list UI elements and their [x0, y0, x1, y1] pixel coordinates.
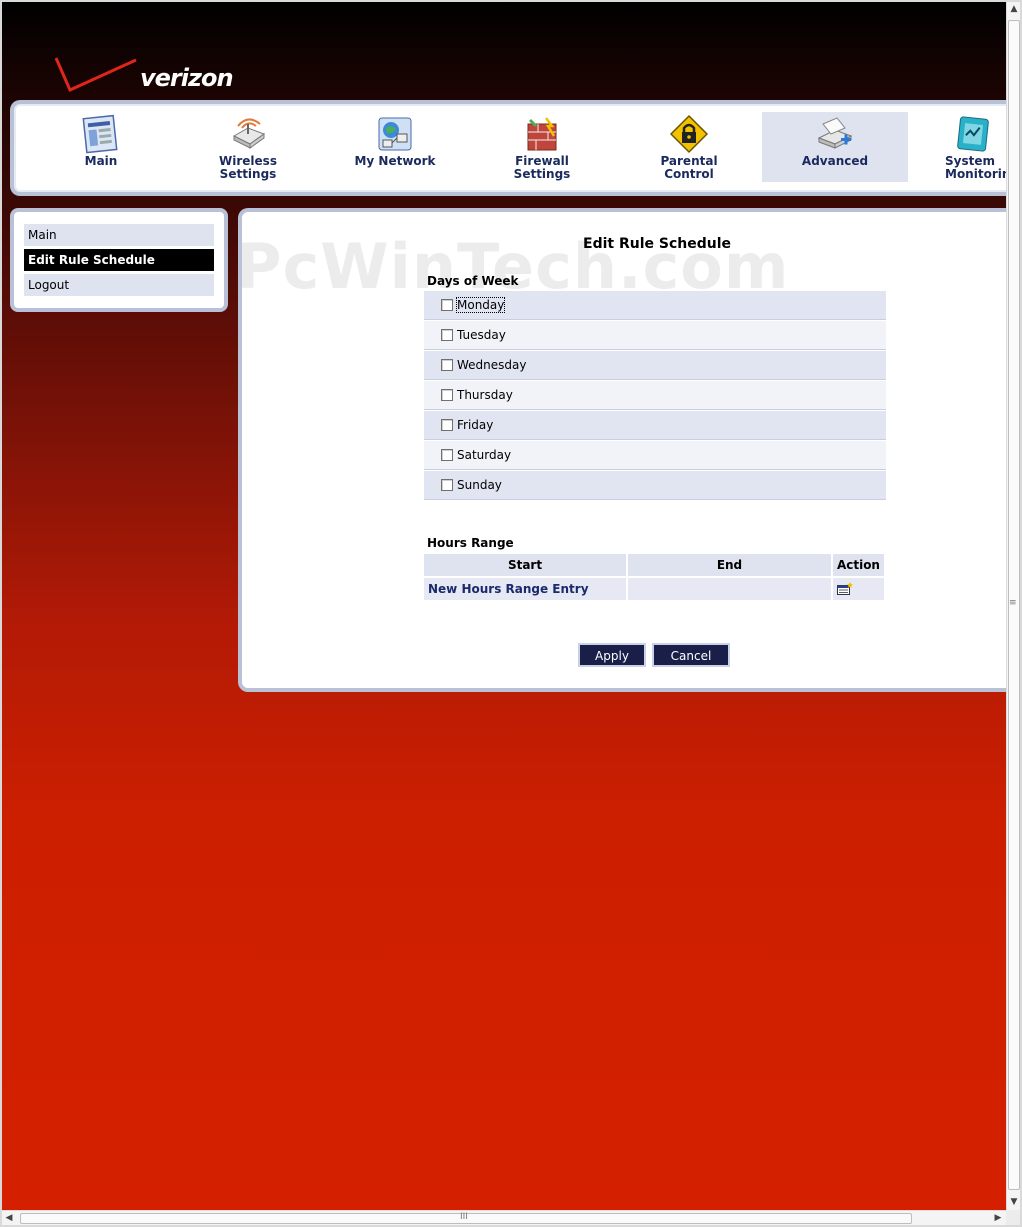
side-menu-item-edit-rule-schedule[interactable]: Edit Rule Schedule — [24, 249, 214, 271]
side-menu-item-logout[interactable]: Logout — [24, 274, 214, 296]
nav-item-system-monitoring[interactable]: System Monitorin — [909, 112, 1006, 182]
day-row-monday: Monday — [424, 291, 886, 320]
days-of-week-heading: Days of Week — [427, 274, 519, 288]
nav-label: Parental Control — [660, 154, 718, 181]
page-title: Edit Rule Schedule — [583, 236, 731, 252]
day-label[interactable]: Monday — [455, 297, 506, 313]
column-header-start: Start — [424, 554, 629, 577]
saturday-checkbox[interactable] — [441, 449, 453, 461]
brand-name: verizon — [140, 64, 234, 92]
nav-item-main[interactable]: Main — [28, 112, 174, 182]
nav-item-parental-control[interactable]: Parental Control — [616, 112, 762, 182]
main-page-icon — [82, 114, 118, 154]
day-row-sunday: Sunday — [424, 471, 886, 500]
day-label[interactable]: Wednesday — [457, 358, 526, 372]
cancel-button[interactable]: Cancel — [654, 645, 728, 665]
nav-label: My Network — [354, 154, 436, 168]
horizontal-scrollbar[interactable]: ◀ III ▶ — [2, 1210, 1006, 1225]
column-header-action: Action — [831, 554, 887, 577]
browser-viewport: verizon Main Wireless Settings My Networ… — [2, 2, 1006, 1210]
tuesday-checkbox[interactable] — [441, 329, 453, 341]
scroll-down-arrow-icon[interactable]: ▼ — [1007, 1195, 1021, 1209]
padlock-warning-icon — [669, 114, 709, 154]
column-header-end: End — [627, 554, 833, 577]
nav-item-my-network[interactable]: My Network — [322, 112, 468, 182]
action-cell — [831, 576, 887, 600]
monday-checkbox[interactable] — [441, 299, 453, 311]
vertical-scrollbar[interactable]: ▲ ≡ ▼ — [1006, 2, 1020, 1210]
scroll-up-arrow-icon[interactable]: ▲ — [1007, 2, 1021, 16]
day-row-friday: Friday — [424, 411, 886, 440]
scrollbar-corner — [1006, 1210, 1020, 1225]
table-row: New Hours Range Entry — [424, 576, 887, 600]
my-network-icon — [378, 117, 412, 151]
nav-label: Wireless Settings — [219, 154, 277, 181]
end-cell — [627, 576, 833, 600]
day-label[interactable]: Thursday — [457, 388, 513, 402]
add-entry-icon[interactable] — [836, 582, 853, 596]
new-entry-cell: New Hours Range Entry — [424, 576, 629, 600]
scroll-left-arrow-icon[interactable]: ◀ — [2, 1211, 16, 1226]
day-row-saturday: Saturday — [424, 441, 886, 470]
content-panel: PcWinTech.com Edit Rule Schedule Days of… — [236, 208, 1006, 692]
nav-label: Advanced — [801, 154, 869, 168]
day-label[interactable]: Sunday — [457, 478, 502, 492]
side-menu-item-main[interactable]: Main — [24, 224, 214, 246]
day-label[interactable]: Tuesday — [457, 328, 506, 342]
day-label[interactable]: Friday — [457, 418, 493, 432]
sunday-checkbox[interactable] — [441, 479, 453, 491]
hours-range-table: Start End Action New Hours Range Entry — [424, 554, 887, 600]
nav-item-wireless-settings[interactable]: Wireless Settings — [175, 112, 321, 182]
advanced-scanner-icon — [817, 117, 853, 149]
nav-item-advanced[interactable]: Advanced — [762, 112, 908, 182]
nav-label: System Monitorin — [945, 154, 1006, 181]
side-menu: Main Edit Rule Schedule Logout — [10, 208, 228, 312]
nav-label: Firewall Settings — [513, 154, 571, 181]
scroll-right-arrow-icon[interactable]: ▶ — [991, 1211, 1005, 1226]
horizontal-grip-icon: III — [460, 1212, 468, 1222]
top-navigation-bar: Main Wireless Settings My Network Firewa… — [10, 100, 1006, 196]
firewall-icon — [527, 117, 557, 151]
day-row-tuesday: Tuesday — [424, 321, 886, 350]
system-monitor-icon — [957, 116, 989, 152]
vertical-grip-icon: ≡ — [1009, 598, 1017, 608]
hours-range-heading: Hours Range — [427, 536, 514, 550]
cancel-button-frame: Cancel — [652, 643, 730, 667]
verizon-logo: verizon — [52, 52, 242, 98]
wireless-router-icon — [232, 118, 266, 149]
verizon-checkmark-icon — [54, 57, 137, 92]
thursday-checkbox[interactable] — [441, 389, 453, 401]
apply-button-frame: Apply — [578, 643, 646, 667]
day-label[interactable]: Saturday — [457, 448, 511, 462]
nav-item-firewall-settings[interactable]: Firewall Settings — [469, 112, 615, 182]
apply-button[interactable]: Apply — [580, 645, 644, 665]
day-row-thursday: Thursday — [424, 381, 886, 410]
day-row-wednesday: Wednesday — [424, 351, 886, 380]
wednesday-checkbox[interactable] — [441, 359, 453, 371]
nav-label: Main — [84, 154, 118, 168]
friday-checkbox[interactable] — [441, 419, 453, 431]
new-hours-range-entry-link[interactable]: New Hours Range Entry — [428, 582, 589, 596]
table-header-row: Start End Action — [424, 554, 887, 577]
